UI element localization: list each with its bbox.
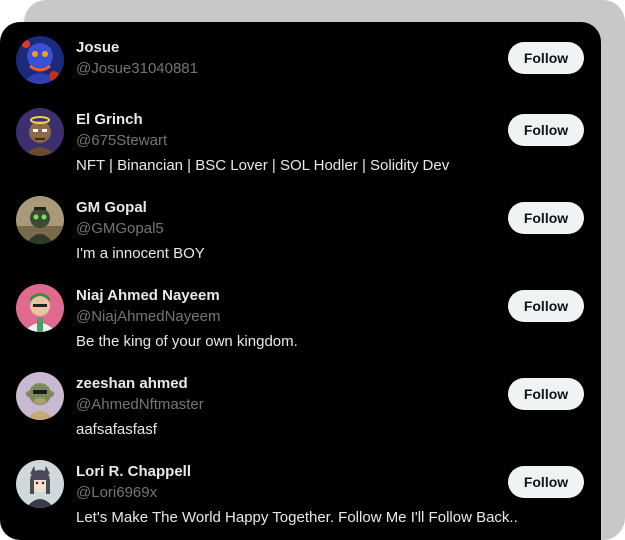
user-bio: NFT | Binancian | BSC Lover | SOL Hodler… xyxy=(76,157,450,174)
follow-button[interactable]: Follow xyxy=(508,42,584,74)
user-name[interactable]: GM Gopal xyxy=(76,199,147,216)
user-handle[interactable]: @AhmedNftmaster xyxy=(76,396,204,413)
user-name[interactable]: zeeshan ahmed xyxy=(76,375,188,392)
user-bio: aafsafasfasf xyxy=(76,421,157,438)
avatar[interactable] xyxy=(16,196,64,244)
user-bio: Be the king of your own kingdom. xyxy=(76,333,298,350)
user-handle[interactable]: @Josue31040881 xyxy=(76,60,198,77)
user-name[interactable]: Lori R. Chappell xyxy=(76,463,191,480)
user-name[interactable]: Niaj Ahmed Nayeem xyxy=(76,287,220,304)
user-row[interactable]: El Grinch @675Stewart NFT | Binancian | … xyxy=(0,96,601,184)
avatar[interactable] xyxy=(16,460,64,508)
user-handle[interactable]: @GMGopal5 xyxy=(76,220,164,237)
avatar[interactable] xyxy=(16,284,64,332)
user-handle[interactable]: @675Stewart xyxy=(76,132,167,149)
follow-button[interactable]: Follow xyxy=(508,378,584,410)
avatar[interactable] xyxy=(16,108,64,156)
user-row[interactable]: zeeshan ahmed @AhmedNftmaster aafsafasfa… xyxy=(0,360,601,448)
user-name[interactable]: Josue xyxy=(76,39,119,56)
avatar[interactable] xyxy=(16,36,64,84)
who-to-follow-list[interactable]: Josue @Josue31040881 Follow El Grinch @6… xyxy=(0,22,601,540)
follow-button[interactable]: Follow xyxy=(508,290,584,322)
user-handle[interactable]: @Lori6969x xyxy=(76,484,157,501)
user-name[interactable]: El Grinch xyxy=(76,111,143,128)
user-row[interactable]: GM Gopal @GMGopal5 I'm a innocent BOY Fo… xyxy=(0,184,601,272)
user-handle[interactable]: @NiajAhmedNayeem xyxy=(76,308,220,325)
user-row[interactable]: Niaj Ahmed Nayeem @NiajAhmedNayeem Be th… xyxy=(0,272,601,360)
follow-button[interactable]: Follow xyxy=(508,114,584,146)
user-bio: I'm a innocent BOY xyxy=(76,245,205,262)
user-bio: Let's Make The World Happy Together. Fol… xyxy=(76,509,518,526)
follow-button[interactable]: Follow xyxy=(508,466,584,498)
follow-button[interactable]: Follow xyxy=(508,202,584,234)
avatar[interactable] xyxy=(16,372,64,420)
user-row[interactable]: Lori R. Chappell @Lori6969x Let's Make T… xyxy=(0,448,601,536)
